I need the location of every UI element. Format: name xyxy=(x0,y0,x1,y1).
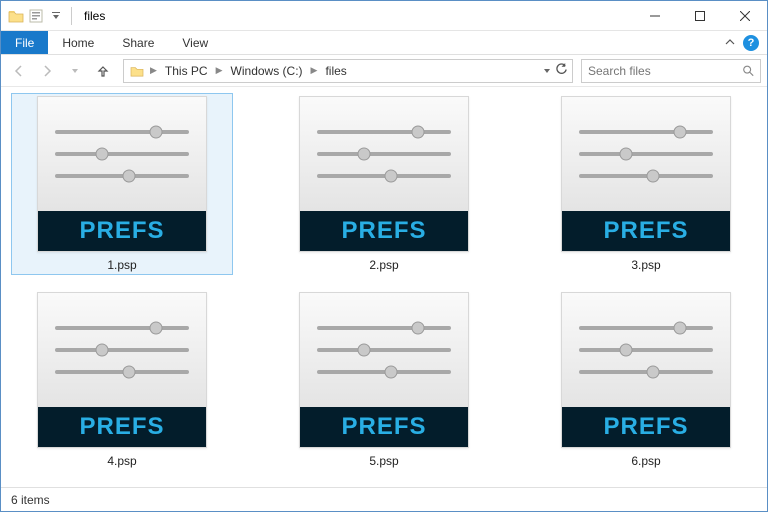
minimize-button[interactable] xyxy=(632,1,677,31)
sliders-icon xyxy=(317,118,451,190)
titlebar: files xyxy=(1,1,767,31)
prefs-label: PREFS xyxy=(603,413,688,441)
sliders-icon xyxy=(579,118,713,190)
file-item[interactable]: PREFS 2.psp xyxy=(273,93,495,275)
breadcrumb-item[interactable]: files xyxy=(321,60,350,82)
file-thumbnail: PREFS xyxy=(299,96,469,252)
sliders-icon xyxy=(317,314,451,386)
window-controls xyxy=(632,1,767,31)
search-input[interactable] xyxy=(588,64,742,78)
quick-access-toolbar: files xyxy=(1,7,105,25)
prefs-label: PREFS xyxy=(341,217,426,245)
chevron-right-icon[interactable]: ▶ xyxy=(148,65,159,76)
folder-icon xyxy=(7,7,25,25)
status-bar: 6 items xyxy=(1,487,767,511)
file-item[interactable]: PREFS 1.psp xyxy=(11,93,233,275)
file-item[interactable]: PREFS 6.psp xyxy=(535,289,757,471)
properties-icon[interactable] xyxy=(27,7,45,25)
prefs-label: PREFS xyxy=(79,217,164,245)
prefs-label: PREFS xyxy=(341,413,426,441)
back-button[interactable] xyxy=(7,59,31,83)
forward-button[interactable] xyxy=(35,59,59,83)
window-title: files xyxy=(84,9,105,23)
file-item[interactable]: PREFS 4.psp xyxy=(11,289,233,471)
ribbon-tabs: File Home Share View ? xyxy=(1,31,767,55)
file-name: 2.psp xyxy=(369,258,398,272)
maximize-button[interactable] xyxy=(677,1,722,31)
file-name: 6.psp xyxy=(631,454,660,468)
file-thumbnail: PREFS xyxy=(37,292,207,448)
folder-icon xyxy=(128,62,146,80)
file-pane[interactable]: PREFS 1.psp PREFS 2.psp PREFS 3.psp PREFS 4.psp… xyxy=(1,87,767,487)
file-name: 1.psp xyxy=(107,258,136,272)
breadcrumb-item[interactable]: This PC xyxy=(161,60,212,82)
sliders-icon xyxy=(55,314,189,386)
recent-locations-icon[interactable] xyxy=(63,59,87,83)
ribbon-expand-icon[interactable] xyxy=(725,36,735,50)
navigation-bar: ▶ This PC ▶ Windows (C:) ▶ files xyxy=(1,55,767,87)
sliders-icon xyxy=(579,314,713,386)
tab-home[interactable]: Home xyxy=(48,31,108,54)
tab-view[interactable]: View xyxy=(168,31,222,54)
help-icon[interactable]: ? xyxy=(743,35,759,51)
file-thumbnail: PREFS xyxy=(561,96,731,252)
chevron-right-icon[interactable]: ▶ xyxy=(214,65,225,76)
file-thumbnail: PREFS xyxy=(37,96,207,252)
chevron-right-icon[interactable]: ▶ xyxy=(309,65,320,76)
file-name: 4.psp xyxy=(107,454,136,468)
close-button[interactable] xyxy=(722,1,767,31)
file-item[interactable]: PREFS 5.psp xyxy=(273,289,495,471)
prefs-label: PREFS xyxy=(79,413,164,441)
up-button[interactable] xyxy=(91,59,115,83)
separator xyxy=(71,7,72,25)
file-name: 3.psp xyxy=(631,258,660,272)
tab-file[interactable]: File xyxy=(1,31,48,54)
item-count: 6 items xyxy=(11,493,50,507)
file-item[interactable]: PREFS 3.psp xyxy=(535,93,757,275)
file-name: 5.psp xyxy=(369,454,398,468)
refresh-icon[interactable] xyxy=(555,63,568,79)
search-box[interactable] xyxy=(581,59,761,83)
address-dropdown-icon[interactable] xyxy=(543,64,551,78)
file-grid: PREFS 1.psp PREFS 2.psp PREFS 3.psp PREFS 4.psp… xyxy=(11,93,757,471)
file-thumbnail: PREFS xyxy=(561,292,731,448)
file-thumbnail: PREFS xyxy=(299,292,469,448)
prefs-label: PREFS xyxy=(603,217,688,245)
search-icon xyxy=(742,64,754,77)
address-bar[interactable]: ▶ This PC ▶ Windows (C:) ▶ files xyxy=(123,59,573,83)
sliders-icon xyxy=(55,118,189,190)
tab-share[interactable]: Share xyxy=(108,31,168,54)
dropdown-icon[interactable] xyxy=(47,7,65,25)
breadcrumb-item[interactable]: Windows (C:) xyxy=(227,60,307,82)
